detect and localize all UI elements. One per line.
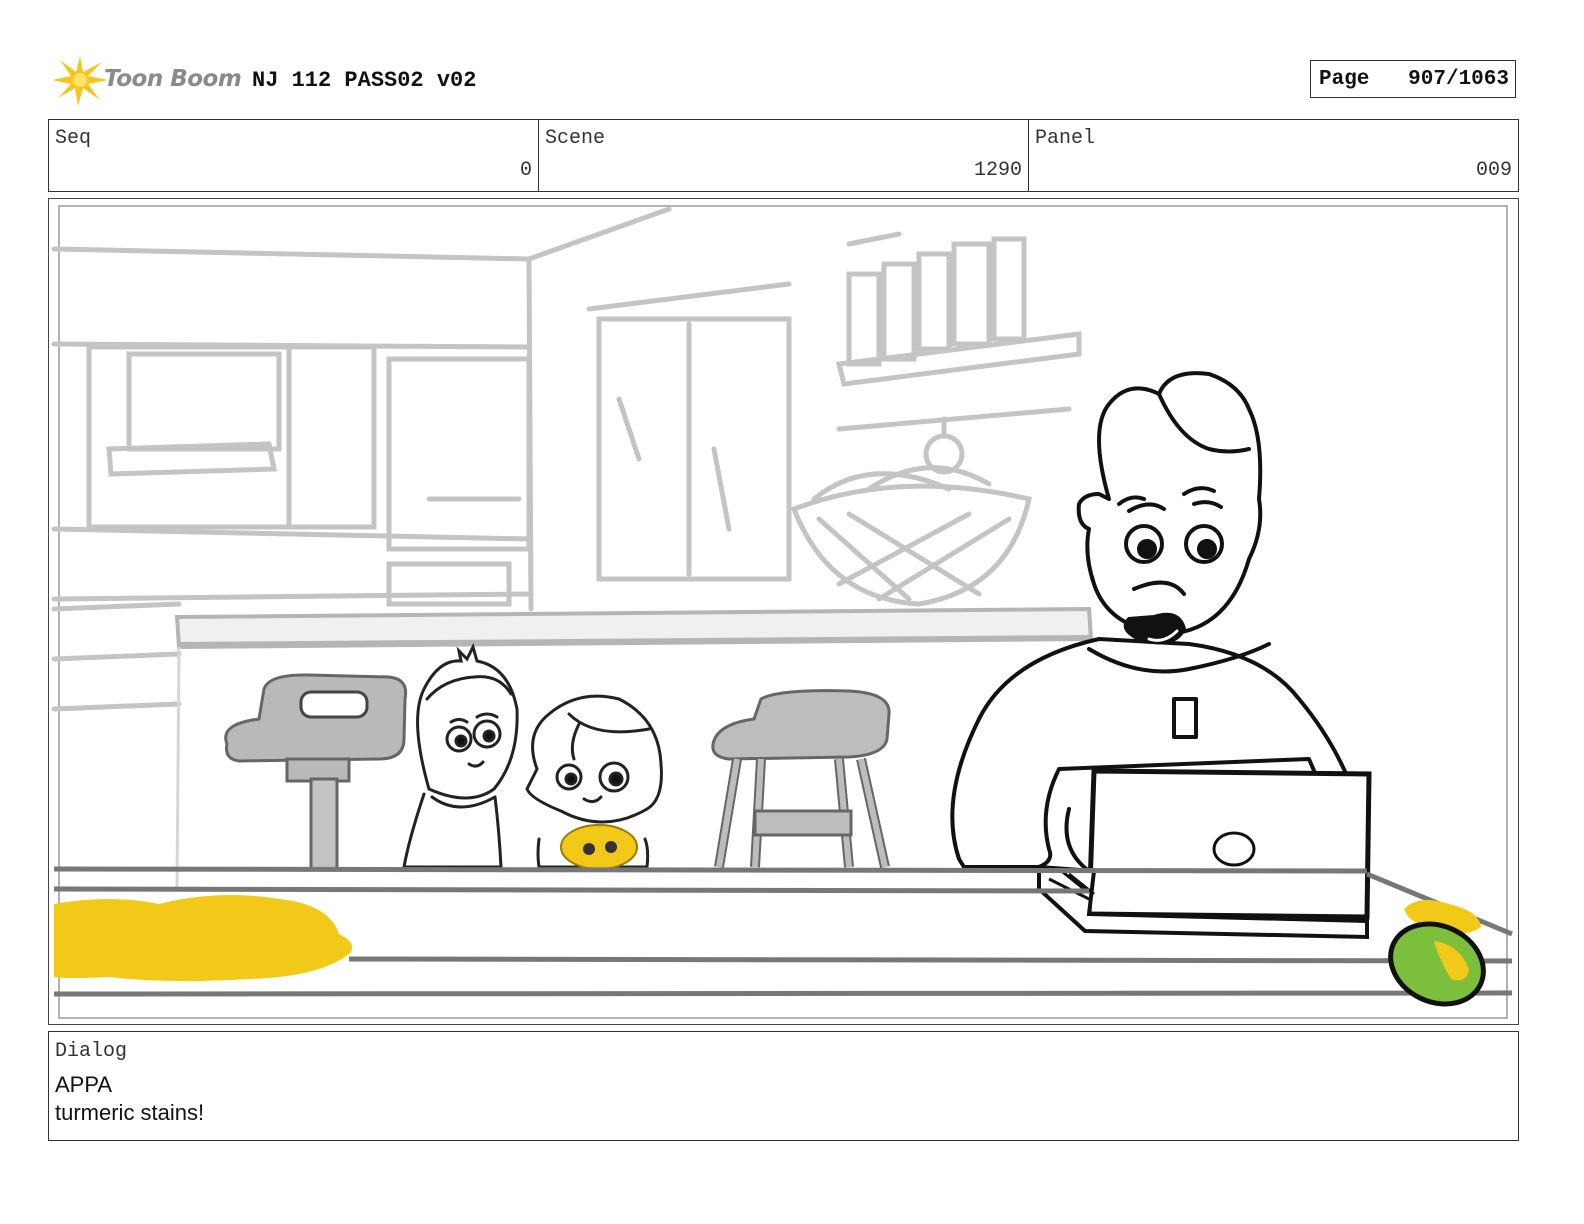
panel-info-row: Seq 0 Scene 1290 Panel 009 <box>48 119 1519 192</box>
page-value: 907/1063 <box>1408 68 1509 91</box>
page-label: Page <box>1319 68 1370 91</box>
panel-cell: Panel 009 <box>1029 120 1518 191</box>
bar-stool-left <box>224 673 408 871</box>
scene-label: Scene <box>545 127 606 150</box>
dialog-speaker: APPA <box>55 1072 113 1097</box>
dialog-line: turmeric stains! <box>55 1100 205 1125</box>
toon-boom-logo: Toon Boom <box>48 50 242 110</box>
boy-character <box>402 642 519 869</box>
logo-text: Toon Boom <box>104 66 242 92</box>
panel-drawing <box>51 205 1513 1019</box>
storyboard-header: Toon Boom NJ 112 PASS02 v02 Page 907/106… <box>48 50 1538 110</box>
seq-label: Seq <box>55 127 92 150</box>
turmeric-stain <box>54 895 353 982</box>
storyboard-panel <box>48 198 1519 1025</box>
panel-value: 009 <box>1475 159 1512 182</box>
page-counter: Page 907/1063 <box>1310 60 1516 98</box>
panel-label: Panel <box>1035 127 1096 150</box>
scene-value: 1290 <box>973 159 1022 182</box>
scene-cell: Scene 1290 <box>539 120 1029 191</box>
bar-stool-right <box>711 689 891 869</box>
laptop <box>1037 768 1372 940</box>
project-title: NJ 112 PASS02 v02 <box>252 68 477 93</box>
seq-value: 0 <box>519 159 532 182</box>
seq-cell: Seq 0 <box>49 120 539 191</box>
dialog-label: Dialog <box>55 1040 128 1063</box>
starburst-icon <box>52 56 108 106</box>
dialog-box: Dialog APPA turmeric stains! <box>48 1031 1519 1141</box>
yellow-toy <box>560 824 638 870</box>
